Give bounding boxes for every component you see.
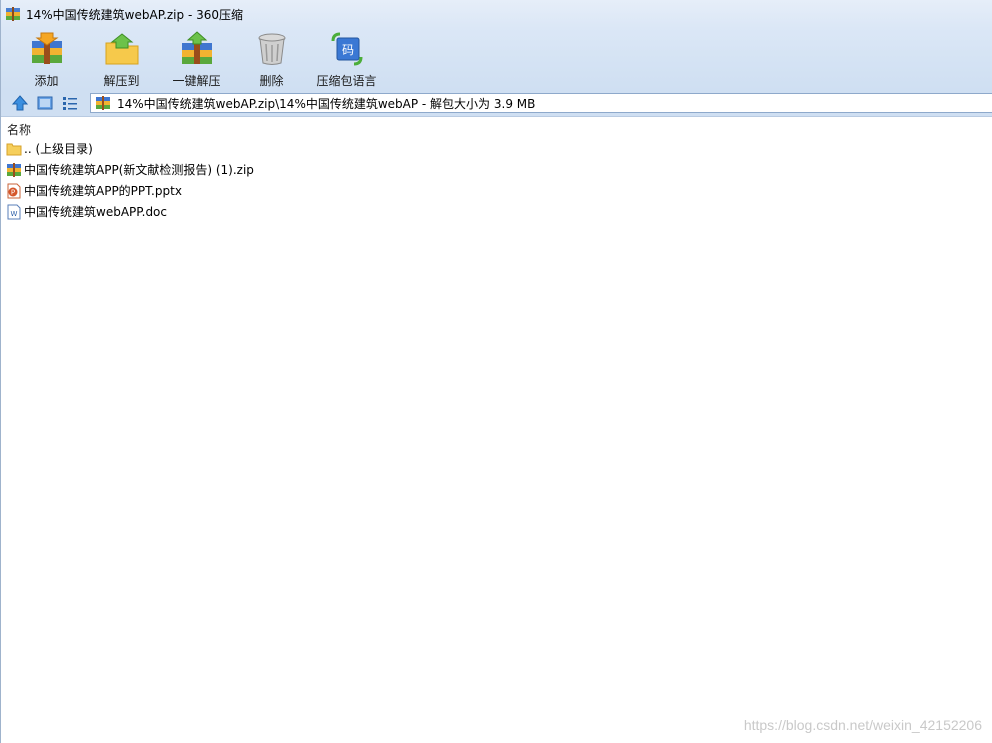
- svg-text:W: W: [11, 210, 18, 218]
- trash-icon: [254, 31, 290, 67]
- svg-text:码: 码: [341, 43, 353, 57]
- file-list: .. (上级目录) 中国传统建筑APP(新文献检测报告) (1).zip P 中…: [1, 138, 992, 222]
- extract-to-button-label: 解压到: [103, 74, 140, 88]
- file-name: 中国传统建筑APP的PPT.pptx: [24, 184, 182, 198]
- word-file-icon: W: [6, 204, 22, 220]
- list-item[interactable]: P 中国传统建筑APP的PPT.pptx: [1, 180, 992, 201]
- folder-icon: [6, 141, 22, 157]
- app-window: 14%中国传统建筑webAP.zip - 360压缩 添加 解压到 一键解压 删…: [0, 0, 992, 743]
- list-item[interactable]: W 中国传统建筑webAPP.doc: [1, 201, 992, 222]
- column-header-row: 名称: [1, 120, 992, 138]
- archive-language-button[interactable]: 码 压缩包语言: [309, 28, 384, 88]
- column-header-name[interactable]: 名称: [7, 121, 31, 138]
- one-click-extract-icon: [179, 31, 215, 67]
- list-item[interactable]: 中国传统建筑APP(新文献检测报告) (1).zip: [1, 159, 992, 180]
- one-click-extract-button[interactable]: 一键解压: [159, 28, 234, 88]
- archive-language-button-label: 压缩包语言: [316, 74, 377, 88]
- address-bar[interactable]: 14%中国传统建筑webAP.zip\14%中国传统建筑webAP - 解包大小…: [90, 93, 992, 113]
- svg-text:P: P: [11, 188, 15, 196]
- list-view-icon[interactable]: [61, 94, 79, 112]
- file-name: .. (上级目录): [24, 142, 93, 156]
- extract-to-folder-icon: [104, 31, 140, 67]
- file-name: 中国传统建筑APP(新文献检测报告) (1).zip: [24, 163, 254, 177]
- main-toolbar: 添加 解压到 一键解压 删除 码 压缩包语言: [1, 28, 992, 90]
- add-button-label: 添加: [34, 74, 59, 88]
- view-mode-icon[interactable]: [36, 94, 54, 112]
- delete-button[interactable]: 删除: [234, 28, 309, 88]
- address-row: 14%中国传统建筑webAP.zip\14%中国传统建筑webAP - 解包大小…: [1, 90, 992, 117]
- list-item-parent-directory[interactable]: .. (上级目录): [1, 138, 992, 159]
- add-archive-icon: [29, 31, 65, 67]
- file-name: 中国传统建筑webAPP.doc: [24, 205, 167, 219]
- archive-app-icon: [5, 6, 21, 22]
- powerpoint-file-icon: P: [6, 183, 22, 199]
- zip-archive-icon: [95, 96, 111, 110]
- title-bar: 14%中国传统建筑webAP.zip - 360压缩: [1, 0, 992, 28]
- watermark-text: https://blog.csdn.net/weixin_42152206: [743, 717, 982, 733]
- add-button[interactable]: 添加: [9, 28, 84, 88]
- up-arrow-icon[interactable]: [11, 94, 29, 112]
- zip-archive-icon: [6, 162, 22, 178]
- delete-button-label: 删除: [259, 74, 284, 88]
- archive-language-icon: 码: [329, 31, 365, 67]
- extract-to-button[interactable]: 解压到: [84, 28, 159, 88]
- one-click-extract-button-label: 一键解压: [172, 74, 221, 88]
- window-title: 14%中国传统建筑webAP.zip - 360压缩: [26, 7, 243, 22]
- address-path: 14%中国传统建筑webAP.zip\14%中国传统建筑webAP - 解包大小…: [117, 96, 536, 111]
